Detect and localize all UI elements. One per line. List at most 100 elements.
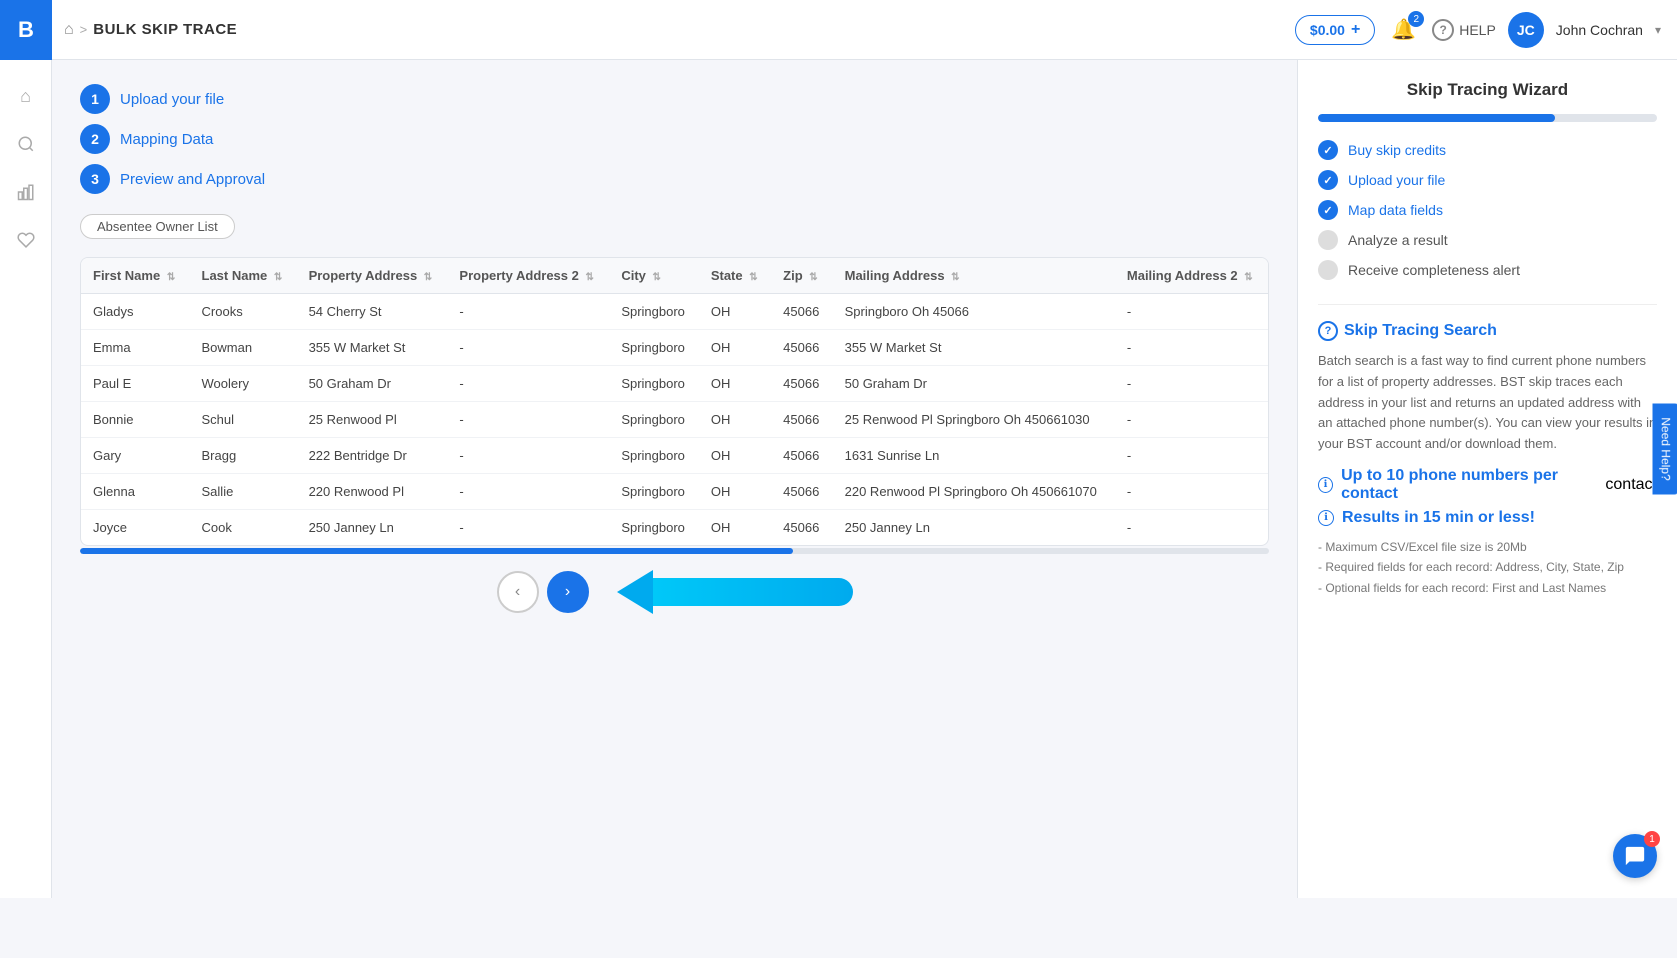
prev-button[interactable]: ‹	[497, 571, 539, 613]
need-help-tab[interactable]: Need Help?	[1652, 403, 1677, 494]
feature-speed-link[interactable]: Results in 15 min or less!	[1342, 509, 1535, 527]
breadcrumb-separator: >	[80, 22, 88, 37]
cell-prop-addr2: -	[447, 366, 609, 402]
cell-first: Paul E	[81, 366, 190, 402]
cell-city: Springboro	[609, 438, 699, 474]
sst-note: - Required fields for each record: Addre…	[1318, 557, 1657, 577]
logo[interactable]: B	[0, 0, 52, 60]
help-icon: ?	[1432, 19, 1454, 41]
cell-prop-addr2: -	[447, 402, 609, 438]
sidebar-item-home[interactable]: ⌂	[6, 76, 46, 116]
step-1[interactable]: 1 Upload your file	[80, 84, 1269, 114]
col-property-address-2[interactable]: Property Address 2 ⇅	[447, 258, 609, 294]
user-avatar[interactable]: JC	[1508, 12, 1544, 48]
cell-last: Woolery	[190, 366, 297, 402]
feature-phones-icon: ℹ	[1318, 477, 1333, 493]
help-button[interactable]: ? HELP	[1432, 19, 1496, 41]
sst-description: Batch search is a fast way to find curre…	[1318, 351, 1657, 455]
cell-state: OH	[699, 366, 771, 402]
cell-prop-addr2: -	[447, 510, 609, 546]
chat-badge: 1	[1644, 831, 1660, 847]
breadcrumb-title: BULK SKIP TRACE	[93, 21, 237, 38]
sst-note: - Maximum CSV/Excel file size is 20Mb	[1318, 537, 1657, 557]
cell-last: Schul	[190, 402, 297, 438]
col-property-address[interactable]: Property Address ⇅	[297, 258, 448, 294]
col-state[interactable]: State ⇅	[699, 258, 771, 294]
cell-city: Springboro	[609, 510, 699, 546]
sst-title-text: Skip Tracing Search	[1344, 322, 1497, 340]
cell-mail-addr2: -	[1115, 402, 1268, 438]
step-1-circle: 1	[80, 84, 110, 114]
table-row: Bonnie Schul 25 Renwood Pl - Springboro …	[81, 402, 1268, 438]
balance-button[interactable]: $0.00 +	[1295, 15, 1375, 45]
col-zip[interactable]: Zip ⇅	[771, 258, 832, 294]
data-table: First Name ⇅ Last Name ⇅ Property Addres…	[81, 258, 1268, 545]
wizard-panel-title: Skip Tracing Wizard	[1318, 80, 1657, 100]
skip-tracing-search-section: ? Skip Tracing Search Batch search is a …	[1318, 304, 1657, 598]
cell-last: Crooks	[190, 294, 297, 330]
cell-mail-addr2: -	[1115, 510, 1268, 546]
cell-city: Springboro	[609, 366, 699, 402]
cell-prop-addr2: -	[447, 330, 609, 366]
cell-mail-addr: 25 Renwood Pl Springboro Oh 450661030	[833, 402, 1115, 438]
cell-mail-addr2: -	[1115, 294, 1268, 330]
pagination-navigation: ‹ ›	[80, 570, 1269, 614]
wizard-step-dot: ✓	[1318, 170, 1338, 190]
logo-letter: B	[18, 17, 34, 43]
sst-notes: - Maximum CSV/Excel file size is 20Mb- R…	[1318, 537, 1657, 598]
col-first-name[interactable]: First Name ⇅	[81, 258, 190, 294]
cell-first: Bonnie	[81, 402, 190, 438]
help-label: HELP	[1459, 22, 1496, 38]
cell-zip: 45066	[771, 510, 832, 546]
cell-state: OH	[699, 402, 771, 438]
sidebar-item-search[interactable]	[6, 124, 46, 164]
chat-button[interactable]: 1	[1613, 834, 1657, 878]
user-name[interactable]: John Cochran	[1556, 22, 1643, 38]
user-menu-chevron[interactable]: ▾	[1655, 23, 1661, 37]
notifications-button[interactable]: 🔔 2	[1387, 13, 1420, 46]
feature-speed-icon: ℹ	[1318, 510, 1334, 526]
sidebar-item-favorites[interactable]	[6, 220, 46, 260]
cell-state: OH	[699, 438, 771, 474]
arrow-head	[617, 570, 653, 614]
feature-phones-suffix: contact	[1605, 476, 1657, 494]
wizard-checklist: ✓ Buy skip credits ✓ Upload your file ✓ …	[1318, 140, 1657, 280]
cell-city: Springboro	[609, 294, 699, 330]
col-last-name[interactable]: Last Name ⇅	[190, 258, 297, 294]
cell-first: Gladys	[81, 294, 190, 330]
cell-first: Emma	[81, 330, 190, 366]
wizard-step-label: Map data fields	[1348, 202, 1443, 218]
wizard-step-dot: ✓	[1318, 200, 1338, 220]
cell-prop-addr: 250 Janney Ln	[297, 510, 448, 546]
sidebar-item-charts[interactable]	[6, 172, 46, 212]
feature-phones-link[interactable]: Up to 10 phone numbers per contact	[1341, 467, 1601, 503]
step-2[interactable]: 2 Mapping Data	[80, 124, 1269, 154]
table-row: Joyce Cook 250 Janney Ln - Springboro OH…	[81, 510, 1268, 546]
cell-prop-addr2: -	[447, 474, 609, 510]
cell-city: Springboro	[609, 402, 699, 438]
cell-prop-addr: 220 Renwood Pl	[297, 474, 448, 510]
wizard-step-label: Receive completeness alert	[1348, 262, 1520, 278]
scroll-thumb	[80, 548, 793, 554]
progress-bar-fill	[1318, 114, 1555, 122]
next-button[interactable]: ›	[547, 571, 589, 613]
cell-zip: 45066	[771, 330, 832, 366]
step-2-label: Mapping Data	[120, 131, 213, 148]
home-icon[interactable]: ⌂	[64, 21, 74, 39]
col-mailing-address[interactable]: Mailing Address ⇅	[833, 258, 1115, 294]
table-header-row: First Name ⇅ Last Name ⇅ Property Addres…	[81, 258, 1268, 294]
horizontal-scrollbar[interactable]	[80, 548, 1269, 554]
wizard-step-dot: ✓	[1318, 140, 1338, 160]
cell-mail-addr: Springboro Oh 45066	[833, 294, 1115, 330]
arrow-shaft	[653, 578, 853, 606]
cell-last: Bowman	[190, 330, 297, 366]
wizard-checklist-item: Receive completeness alert	[1318, 260, 1657, 280]
col-mailing-address-2[interactable]: Mailing Address 2 ⇅	[1115, 258, 1268, 294]
cell-prop-addr2: -	[447, 294, 609, 330]
cell-first: Glenna	[81, 474, 190, 510]
col-city[interactable]: City ⇅	[609, 258, 699, 294]
cell-zip: 45066	[771, 474, 832, 510]
cell-prop-addr: 54 Cherry St	[297, 294, 448, 330]
wizard-checklist-item: ✓ Upload your file	[1318, 170, 1657, 190]
step-3[interactable]: 3 Preview and Approval	[80, 164, 1269, 194]
